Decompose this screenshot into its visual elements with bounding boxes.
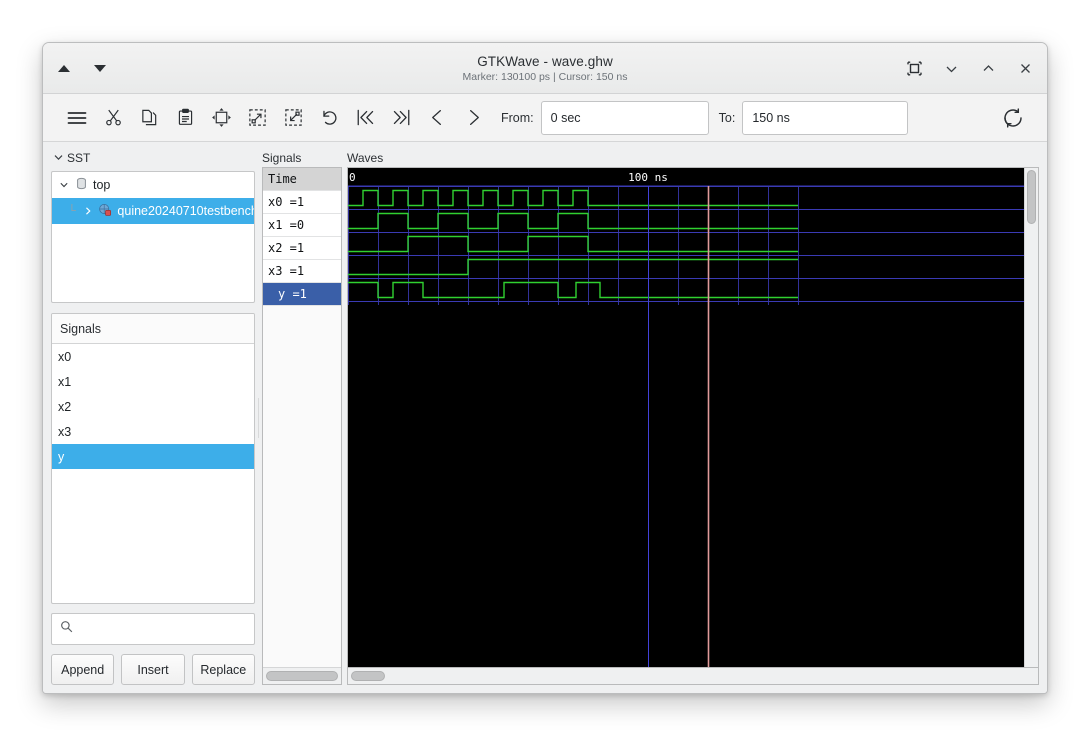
titlebar: GTKWave - wave.ghw Marker: 130100 ps | C… <box>43 43 1047 94</box>
signal-name: x2 <box>58 400 71 414</box>
go-to-end-icon[interactable] <box>383 101 419 135</box>
signal-name: x3 <box>58 425 71 439</box>
window-controls <box>904 58 1035 78</box>
module-icon <box>75 177 88 193</box>
to-label: To: <box>719 111 736 125</box>
signal-names-box[interactable]: Time x0 =1 x1 =0 x2 =1 x3 =1 y =1 <box>262 167 342 685</box>
wave-row-label: x2 =1 <box>268 241 304 255</box>
next-edge-icon[interactable] <box>455 101 491 135</box>
window-title: GTKWave - wave.ghw <box>477 54 613 69</box>
right-pane: Signals Time x0 =1 x1 =0 x2 =1 x3 =1 y =… <box>262 142 1047 693</box>
list-item[interactable]: x2 <box>52 394 254 419</box>
list-item[interactable]: y <box>52 444 254 469</box>
chevron-down-icon[interactable] <box>58 180 70 190</box>
minimize-icon[interactable] <box>941 58 961 78</box>
splitter-grip <box>258 398 259 438</box>
titlebar-text: GTKWave - wave.ghw Marker: 130100 ps | C… <box>43 43 1047 93</box>
instance-icon <box>98 203 112 220</box>
triangle-down-icon[interactable] <box>91 59 109 77</box>
names-hscrollbar-thumb[interactable] <box>266 671 338 681</box>
waves-caption: Waves <box>347 148 1039 167</box>
copy-icon[interactable] <box>131 101 167 135</box>
paste-icon[interactable] <box>167 101 203 135</box>
signal-picker-header: Signals <box>52 314 254 344</box>
chevron-right-icon[interactable] <box>82 206 94 216</box>
screen: GTKWave - wave.ghw Marker: 130100 ps | C… <box>0 0 1090 738</box>
waves-column: Waves 0 100 ns <box>347 148 1039 685</box>
signal-name: x1 <box>58 375 71 389</box>
names-hscrollbar[interactable] <box>263 667 341 684</box>
svg-text:0: 0 <box>349 171 356 184</box>
left-pane: SST <box>43 142 255 693</box>
wave-row-x3[interactable]: x3 =1 <box>263 260 341 283</box>
insert-button[interactable]: Insert <box>121 654 184 685</box>
tree-item-label: quine20240710testbench <box>117 204 254 218</box>
triangle-up-icon[interactable] <box>55 59 73 77</box>
sst-header[interactable]: SST <box>51 148 255 167</box>
wave-row-x0[interactable]: x0 =1 <box>263 191 341 214</box>
wave-row-label: Time <box>268 172 297 186</box>
wave-row-label: x1 =0 <box>268 218 304 232</box>
pane-splitter[interactable] <box>255 142 262 693</box>
tree-item-label: top <box>93 178 110 192</box>
signal-names-column: Signals Time x0 =1 x1 =0 x2 =1 x3 =1 y =… <box>262 148 342 685</box>
signal-names-caption: Signals <box>262 148 342 167</box>
waves-vscrollbar[interactable] <box>1024 168 1038 667</box>
prev-edge-icon[interactable] <box>419 101 455 135</box>
zoom-fit-icon[interactable] <box>203 101 239 135</box>
waveform-canvas[interactable]: 0 100 ns <box>348 168 1024 667</box>
sst-label: SST <box>67 151 90 165</box>
wave-row-x2[interactable]: x2 =1 <box>263 237 341 260</box>
list-item[interactable]: x0 <box>52 344 254 369</box>
sst-tree[interactable]: top └ <box>51 171 255 303</box>
titlebar-left-controls <box>55 59 109 77</box>
from-input[interactable]: 0 sec <box>541 101 709 135</box>
search-field[interactable] <box>51 613 255 645</box>
zoom-in-icon[interactable] <box>239 101 275 135</box>
window-subtitle: Marker: 130100 ps | Cursor: 150 ns <box>463 71 628 83</box>
reload-icon[interactable] <box>995 101 1031 135</box>
waves-box[interactable]: 0 100 ns <box>347 167 1039 668</box>
wave-row-y[interactable]: y =1 <box>263 283 341 306</box>
wave-row-label: x3 =1 <box>268 264 304 278</box>
gtkwave-window: GTKWave - wave.ghw Marker: 130100 ps | C… <box>42 42 1048 694</box>
waves-hscrollbar[interactable] <box>347 668 1039 685</box>
wave-row-label: y =1 <box>268 287 307 301</box>
search-icon <box>60 620 73 638</box>
toolbar: From: 0 sec To: 150 ns <box>43 94 1047 142</box>
signal-name: y <box>58 450 64 464</box>
to-input[interactable]: 150 ns <box>742 101 908 135</box>
menu-icon[interactable] <box>59 101 95 135</box>
tree-guide-line: └ <box>68 205 77 217</box>
go-to-start-icon[interactable] <box>347 101 383 135</box>
svg-text:100 ns: 100 ns <box>628 171 668 184</box>
append-button[interactable]: Append <box>51 654 114 685</box>
signal-picker-rows: x0 x1 x2 x3 y <box>52 344 254 603</box>
sidebar-action-buttons: Append Insert Replace <box>51 654 255 685</box>
replace-button[interactable]: Replace <box>192 654 255 685</box>
wave-row-x1[interactable]: x1 =0 <box>263 214 341 237</box>
list-item[interactable]: x3 <box>52 419 254 444</box>
waveform-svg: 0 100 ns <box>348 168 1024 667</box>
undo-icon[interactable] <box>311 101 347 135</box>
cut-icon[interactable] <box>95 101 131 135</box>
waves-vscrollbar-thumb[interactable] <box>1027 170 1036 224</box>
fullscreen-icon[interactable] <box>904 58 924 78</box>
signal-name-rows: Time x0 =1 x1 =0 x2 =1 x3 =1 y =1 <box>263 168 341 667</box>
tree-item-testbench[interactable]: └ quine2 <box>52 198 254 224</box>
tree-item-top[interactable]: top <box>52 172 254 198</box>
signal-picker-list[interactable]: Signals x0 x1 x2 x3 y <box>51 313 255 604</box>
signal-name: x0 <box>58 350 71 364</box>
zoom-out-icon[interactable] <box>275 101 311 135</box>
close-icon[interactable] <box>1015 58 1035 78</box>
from-label: From: <box>501 111 534 125</box>
main-body: SST <box>43 142 1047 693</box>
maximize-icon[interactable] <box>978 58 998 78</box>
wave-row-label: x0 =1 <box>268 195 304 209</box>
wave-row-time[interactable]: Time <box>263 168 341 191</box>
list-item[interactable]: x1 <box>52 369 254 394</box>
waves-hscrollbar-thumb[interactable] <box>351 671 385 681</box>
